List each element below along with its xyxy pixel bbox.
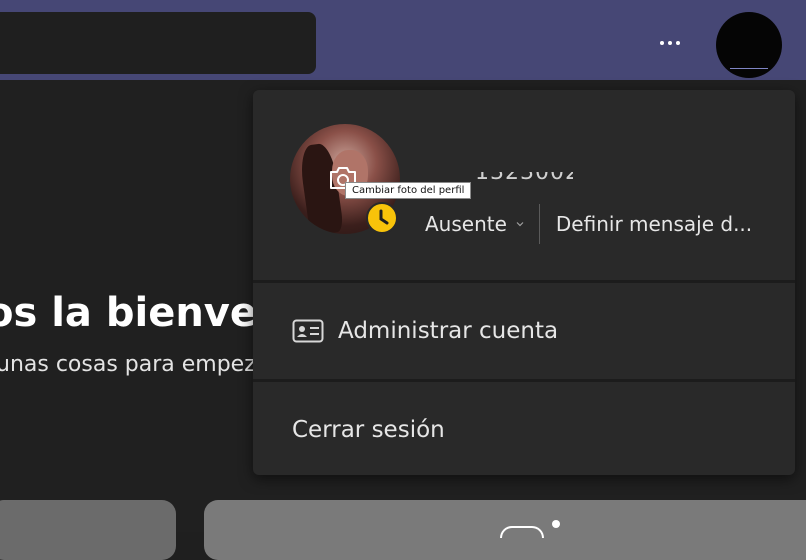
- sign-out-label: Cerrar sesión: [292, 417, 445, 443]
- user-name-text: 13230024: [475, 172, 573, 185]
- welcome-heading: os la bienver: [0, 290, 277, 336]
- avatar-underline: [730, 68, 768, 69]
- card-illustration: [500, 526, 544, 538]
- user-avatar-button[interactable]: [716, 12, 782, 78]
- account-card-icon: [292, 319, 324, 343]
- status-dropdown[interactable]: Ausente: [425, 212, 507, 236]
- profile-flyout: 13230024 Cambiar foto del perfil Ausente…: [253, 90, 795, 475]
- away-clock-icon: [366, 202, 398, 234]
- title-bar: [0, 0, 806, 80]
- status-divider: [538, 204, 540, 244]
- getting-started-card[interactable]: [0, 500, 176, 560]
- more-dot: [668, 41, 672, 45]
- more-dot: [676, 41, 680, 45]
- manage-account-item[interactable]: Administrar cuenta: [253, 283, 795, 379]
- manage-account-label: Administrar cuenta: [338, 318, 559, 344]
- change-photo-tooltip: Cambiar foto del perfil: [345, 182, 472, 199]
- search-box[interactable]: [0, 12, 316, 74]
- more-options-button[interactable]: [650, 30, 690, 56]
- set-status-message-button[interactable]: Definir mensaje d...: [556, 212, 752, 236]
- card-illustration-dot: [552, 520, 560, 528]
- chevron-down-icon[interactable]: [515, 219, 525, 229]
- user-name: 13230024: [475, 172, 573, 186]
- status-row: Ausente Definir mensaje d...: [425, 204, 752, 244]
- getting-started-card[interactable]: [204, 500, 806, 560]
- welcome-subtitle: unas cosas para empez: [0, 352, 256, 377]
- more-horizontal-icon: [660, 41, 664, 45]
- sign-out-item[interactable]: Cerrar sesión: [253, 382, 795, 478]
